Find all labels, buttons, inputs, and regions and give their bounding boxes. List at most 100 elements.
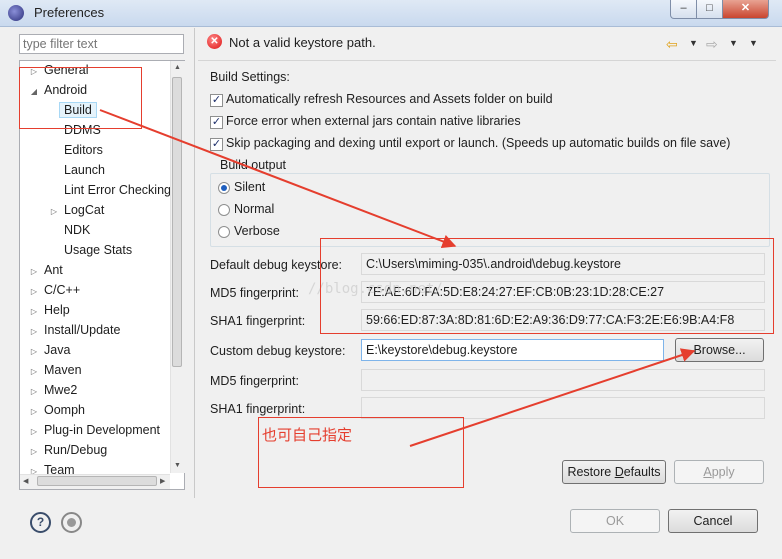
- collapsed-twisty-icon[interactable]: ▷: [28, 342, 40, 362]
- tree-item-label: Usage Stats: [64, 243, 133, 257]
- title-bar: [0, 0, 782, 27]
- silent-label[interactable]: Silent: [234, 180, 265, 194]
- collapsed-twisty-icon[interactable]: ▷: [28, 282, 40, 302]
- close-button[interactable]: ✕: [722, 0, 769, 19]
- silent-radio[interactable]: [218, 182, 230, 194]
- apply-button[interactable]: Apply: [674, 460, 764, 484]
- help-icon[interactable]: ?: [30, 512, 51, 533]
- tree-item[interactable]: NDK: [48, 220, 90, 240]
- tree-item[interactable]: Lint Error Checking: [48, 180, 171, 200]
- collapsed-twisty-icon[interactable]: ▷: [48, 202, 60, 222]
- tree-item-label: Lint Error Checking: [64, 183, 171, 197]
- restore-mnemonic: D: [614, 465, 624, 479]
- normal-radio[interactable]: [218, 204, 230, 216]
- force-error-checkbox[interactable]: ✓: [210, 116, 223, 129]
- tree-item[interactable]: ▷ Java: [28, 340, 70, 360]
- tree-item[interactable]: ▷ Install/Update: [28, 320, 121, 342]
- tree-item-label: LogCat: [64, 203, 105, 217]
- collapsed-twisty-icon[interactable]: ▷: [28, 302, 40, 322]
- sha1-label: SHA1 fingerprint:: [210, 314, 306, 328]
- tree-item[interactable]: ▷ LogCat: [48, 200, 104, 220]
- tree-item[interactable]: Editors: [48, 140, 103, 160]
- tree-item-label: Java: [44, 343, 71, 357]
- browse-button[interactable]: Browse...: [675, 338, 764, 362]
- tree-item-label: C/C++: [44, 283, 81, 297]
- forward-dropdown-icon[interactable]: ▼: [729, 38, 738, 48]
- force-error-label[interactable]: Force error when external jars contain n…: [226, 114, 521, 128]
- skip-packaging-label[interactable]: Skip packaging and dexing until export o…: [226, 136, 730, 150]
- tree-item-label: Install/Update: [44, 323, 121, 337]
- custom-sha1-label: SHA1 fingerprint:: [210, 402, 306, 416]
- tree-item[interactable]: ▷ Plug-in Development: [28, 420, 160, 440]
- build-output-title: Build output: [218, 158, 289, 172]
- window-title: Preferences: [34, 5, 105, 20]
- back-dropdown-icon[interactable]: ▼: [689, 38, 698, 48]
- tree-item-label: Launch: [64, 163, 106, 177]
- forward-arrow-icon[interactable]: ⇨: [706, 36, 718, 53]
- auto-refresh-label[interactable]: Automatically refresh Resources and Asse…: [226, 92, 553, 106]
- tree-item-label: NDK: [64, 223, 91, 237]
- md5-label: MD5 fingerprint:: [210, 286, 299, 300]
- tree-item[interactable]: ▷ Mwe2: [28, 380, 77, 400]
- collapsed-twisty-icon[interactable]: ▷: [28, 382, 40, 402]
- tree-item-label: Help: [44, 303, 70, 317]
- collapsed-twisty-icon[interactable]: ▷: [28, 402, 40, 422]
- tree-item[interactable]: ▷ C/C++: [28, 280, 80, 300]
- tree-item[interactable]: Usage Stats: [48, 240, 132, 260]
- auto-refresh-checkbox[interactable]: ✓: [210, 94, 223, 107]
- eclipse-icon: [8, 5, 24, 21]
- maximize-button[interactable]: □: [696, 0, 723, 19]
- restore-defaults-button[interactable]: Restore Defaults: [562, 460, 666, 484]
- filter-input[interactable]: [19, 34, 184, 54]
- custom-keystore-input[interactable]: E:\keystore\debug.keystore: [361, 339, 664, 361]
- apply-suffix: pply: [711, 465, 735, 479]
- tree-item-label: Mwe2: [44, 383, 78, 397]
- restore-prefix: Restore: [567, 465, 615, 479]
- annotation-box-keystore: [320, 238, 774, 334]
- pane-splitter[interactable]: [194, 28, 195, 498]
- annotation-box-android: [19, 67, 142, 129]
- scroll-right-icon[interactable]: ▶: [160, 477, 165, 485]
- tree-item[interactable]: ▷ Run/Debug: [28, 440, 107, 460]
- collapsed-twisty-icon[interactable]: ▷: [28, 262, 40, 282]
- tree-scroll-thumb[interactable]: [172, 77, 182, 367]
- tree-item[interactable]: ▷ Ant: [28, 260, 63, 280]
- skip-packaging-checkbox[interactable]: ✓: [210, 138, 223, 151]
- apply-mnemonic: A: [703, 465, 712, 479]
- error-message: Not a valid keystore path.: [229, 35, 376, 50]
- ok-button[interactable]: OK: [570, 509, 660, 533]
- collapsed-twisty-icon[interactable]: ▷: [28, 362, 40, 382]
- build-settings-title: Build Settings:: [210, 70, 290, 84]
- scroll-left-icon[interactable]: ◀: [23, 477, 28, 485]
- verbose-label[interactable]: Verbose: [234, 224, 280, 238]
- tree-item[interactable]: ▷ Maven: [28, 360, 82, 380]
- custom-md5-label: MD5 fingerprint:: [210, 374, 299, 388]
- collapsed-twisty-icon[interactable]: ▷: [28, 422, 40, 442]
- custom-sha1-field: [361, 397, 765, 419]
- scroll-down-icon[interactable]: ▼: [174, 462, 181, 469]
- error-icon: ✕: [207, 34, 222, 49]
- normal-label[interactable]: Normal: [234, 202, 274, 216]
- tree-hscroll-thumb[interactable]: [37, 476, 157, 486]
- tree-item[interactable]: ▷ Help: [28, 300, 70, 320]
- tree-item-label: Run/Debug: [44, 443, 108, 457]
- back-arrow-icon[interactable]: ⇦: [666, 36, 678, 53]
- view-menu-icon[interactable]: ▼: [749, 38, 758, 48]
- build-output-group: [210, 173, 770, 247]
- custom-md5-field: [361, 369, 765, 391]
- tree-item-label: Plug-in Development: [44, 423, 161, 437]
- tree-item[interactable]: ▷ Oomph: [28, 400, 85, 420]
- scroll-up-icon[interactable]: ▲: [174, 64, 181, 71]
- tree-item-label: Oomph: [44, 403, 85, 417]
- tree-item-label: Ant: [44, 263, 63, 277]
- collapsed-twisty-icon[interactable]: ▷: [28, 442, 40, 462]
- restore-suffix: efaults: [623, 465, 661, 479]
- cancel-button[interactable]: Cancel: [668, 509, 758, 533]
- custom-keystore-label: Custom debug keystore:: [210, 344, 346, 358]
- tree-item[interactable]: Launch: [48, 160, 105, 180]
- verbose-radio[interactable]: [218, 226, 230, 238]
- open-file-dot: [67, 518, 76, 527]
- minimize-button[interactable]: –: [670, 0, 697, 19]
- collapsed-twisty-icon[interactable]: ▷: [28, 322, 40, 342]
- header-separator: [198, 60, 776, 61]
